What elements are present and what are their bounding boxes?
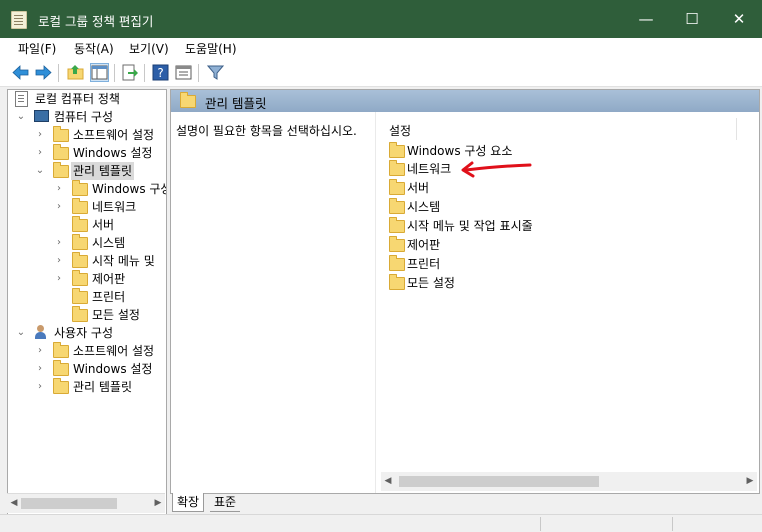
toolbar: ? xyxy=(0,58,762,87)
folder-icon xyxy=(180,92,196,108)
folder-icon xyxy=(72,234,88,250)
folder-icon xyxy=(72,270,88,286)
policy-editor-icon xyxy=(11,11,27,29)
folder-icon xyxy=(53,342,69,358)
properties-icon[interactable] xyxy=(175,64,192,81)
folder-icon xyxy=(389,179,405,195)
up-folder-icon[interactable] xyxy=(67,64,84,81)
folder-icon xyxy=(72,216,88,232)
menu-view[interactable]: 보기(V) xyxy=(129,40,169,57)
folder-icon xyxy=(53,360,69,376)
folder-icon xyxy=(389,142,405,158)
menu-file[interactable]: 파일(F) xyxy=(18,40,56,57)
chevron-right-icon[interactable]: › xyxy=(33,360,47,378)
scroll-right-icon[interactable]: ▶ xyxy=(743,472,757,491)
folder-icon xyxy=(53,126,69,142)
chevron-right-icon[interactable]: › xyxy=(52,198,66,216)
scroll-right-icon[interactable]: ▶ xyxy=(151,494,165,513)
view-tabs: 확장 표준 xyxy=(170,493,762,513)
settings-list[interactable]: 설정 Windows 구성 요소 네트워크 서버 시스템 시작 메뉴 및 작업 … xyxy=(375,112,759,493)
toolbar-separator xyxy=(144,64,145,82)
policy-document-icon xyxy=(15,91,28,107)
close-button[interactable]: ✕ xyxy=(716,0,762,38)
chevron-right-icon[interactable]: › xyxy=(33,126,47,144)
back-arrow-icon[interactable] xyxy=(12,64,29,81)
description-text: 설명이 필요한 항목을 선택하십시오. xyxy=(176,124,357,138)
folder-icon xyxy=(389,236,405,252)
details-pane: 관리 템플릿 설명이 필요한 항목을 선택하십시오. 설정 Windows 구성… xyxy=(170,89,760,494)
scroll-thumb[interactable] xyxy=(21,498,117,509)
scroll-left-icon[interactable]: ◀ xyxy=(381,472,395,491)
details-header: 관리 템플릿 xyxy=(171,90,759,112)
computer-icon xyxy=(34,110,49,122)
folder-icon xyxy=(53,378,69,394)
folder-icon xyxy=(72,198,88,214)
folder-icon xyxy=(389,217,405,233)
toolbar-separator xyxy=(198,64,199,82)
tree-pane[interactable]: 로컬 컴퓨터 정책 ⌄ 컴퓨터 구성 › 소프트웨어 설정 › Windows … xyxy=(7,89,167,516)
tab-standard[interactable]: 표준 xyxy=(210,493,241,512)
minimize-button[interactable]: — xyxy=(623,0,669,38)
svg-text:?: ? xyxy=(157,66,163,80)
details-header-title: 관리 템플릿 xyxy=(205,96,267,111)
folder-icon xyxy=(72,288,88,304)
all-settings-folder-icon xyxy=(389,274,405,290)
filter-icon[interactable] xyxy=(207,64,224,81)
scroll-left-icon[interactable]: ◀ xyxy=(7,494,21,513)
chevron-right-icon[interactable]: › xyxy=(52,234,66,252)
folder-icon xyxy=(72,252,88,268)
folder-icon xyxy=(53,144,69,160)
menu-action[interactable]: 동작(A) xyxy=(74,40,114,57)
annotation-arrow-icon xyxy=(461,161,532,178)
column-divider[interactable] xyxy=(736,118,737,140)
chevron-right-icon[interactable]: › xyxy=(33,378,47,396)
forward-arrow-icon[interactable] xyxy=(35,64,52,81)
chevron-right-icon[interactable]: › xyxy=(52,270,66,288)
list-horizontal-scrollbar[interactable]: ◀ ▶ xyxy=(381,472,757,491)
chevron-down-icon[interactable]: ⌄ xyxy=(33,162,47,180)
toolbar-separator xyxy=(114,64,115,82)
chevron-right-icon[interactable]: › xyxy=(52,180,66,198)
chevron-right-icon[interactable]: › xyxy=(33,342,47,360)
chevron-down-icon[interactable]: ⌄ xyxy=(14,108,28,126)
export-list-icon[interactable] xyxy=(121,64,138,81)
show-hide-tree-icon[interactable] xyxy=(90,63,109,82)
all-settings-folder-icon xyxy=(72,306,88,322)
toolbar-separator xyxy=(58,64,59,82)
status-divider xyxy=(672,517,673,531)
folder-icon xyxy=(72,180,88,196)
tab-extended[interactable]: 확장 xyxy=(172,493,205,512)
window-title: 로컬 그룹 정책 편집기 xyxy=(38,14,154,29)
chevron-right-icon[interactable]: › xyxy=(33,144,47,162)
status-divider xyxy=(540,517,541,531)
chevron-right-icon[interactable]: › xyxy=(52,252,66,270)
help-icon[interactable]: ? xyxy=(152,64,169,81)
tree-horizontal-scrollbar[interactable]: ◀ ▶ xyxy=(7,493,165,513)
menu-bar: 파일(F) 동작(A) 보기(V) 도움말(H) xyxy=(0,38,762,58)
menu-help[interactable]: 도움말(H) xyxy=(185,40,237,57)
chevron-down-icon[interactable]: ⌄ xyxy=(14,324,28,342)
status-bar xyxy=(0,514,762,532)
folder-icon xyxy=(389,160,405,176)
folder-icon xyxy=(389,198,405,214)
folder-icon xyxy=(389,255,405,271)
scroll-thumb[interactable] xyxy=(399,476,599,487)
user-icon xyxy=(34,325,47,339)
column-header-settings[interactable]: 설정 xyxy=(389,122,411,139)
folder-icon xyxy=(53,162,69,178)
maximize-button[interactable]: ☐ xyxy=(669,0,715,38)
title-bar: 로컬 그룹 정책 편집기 — ☐ ✕ xyxy=(0,0,762,38)
